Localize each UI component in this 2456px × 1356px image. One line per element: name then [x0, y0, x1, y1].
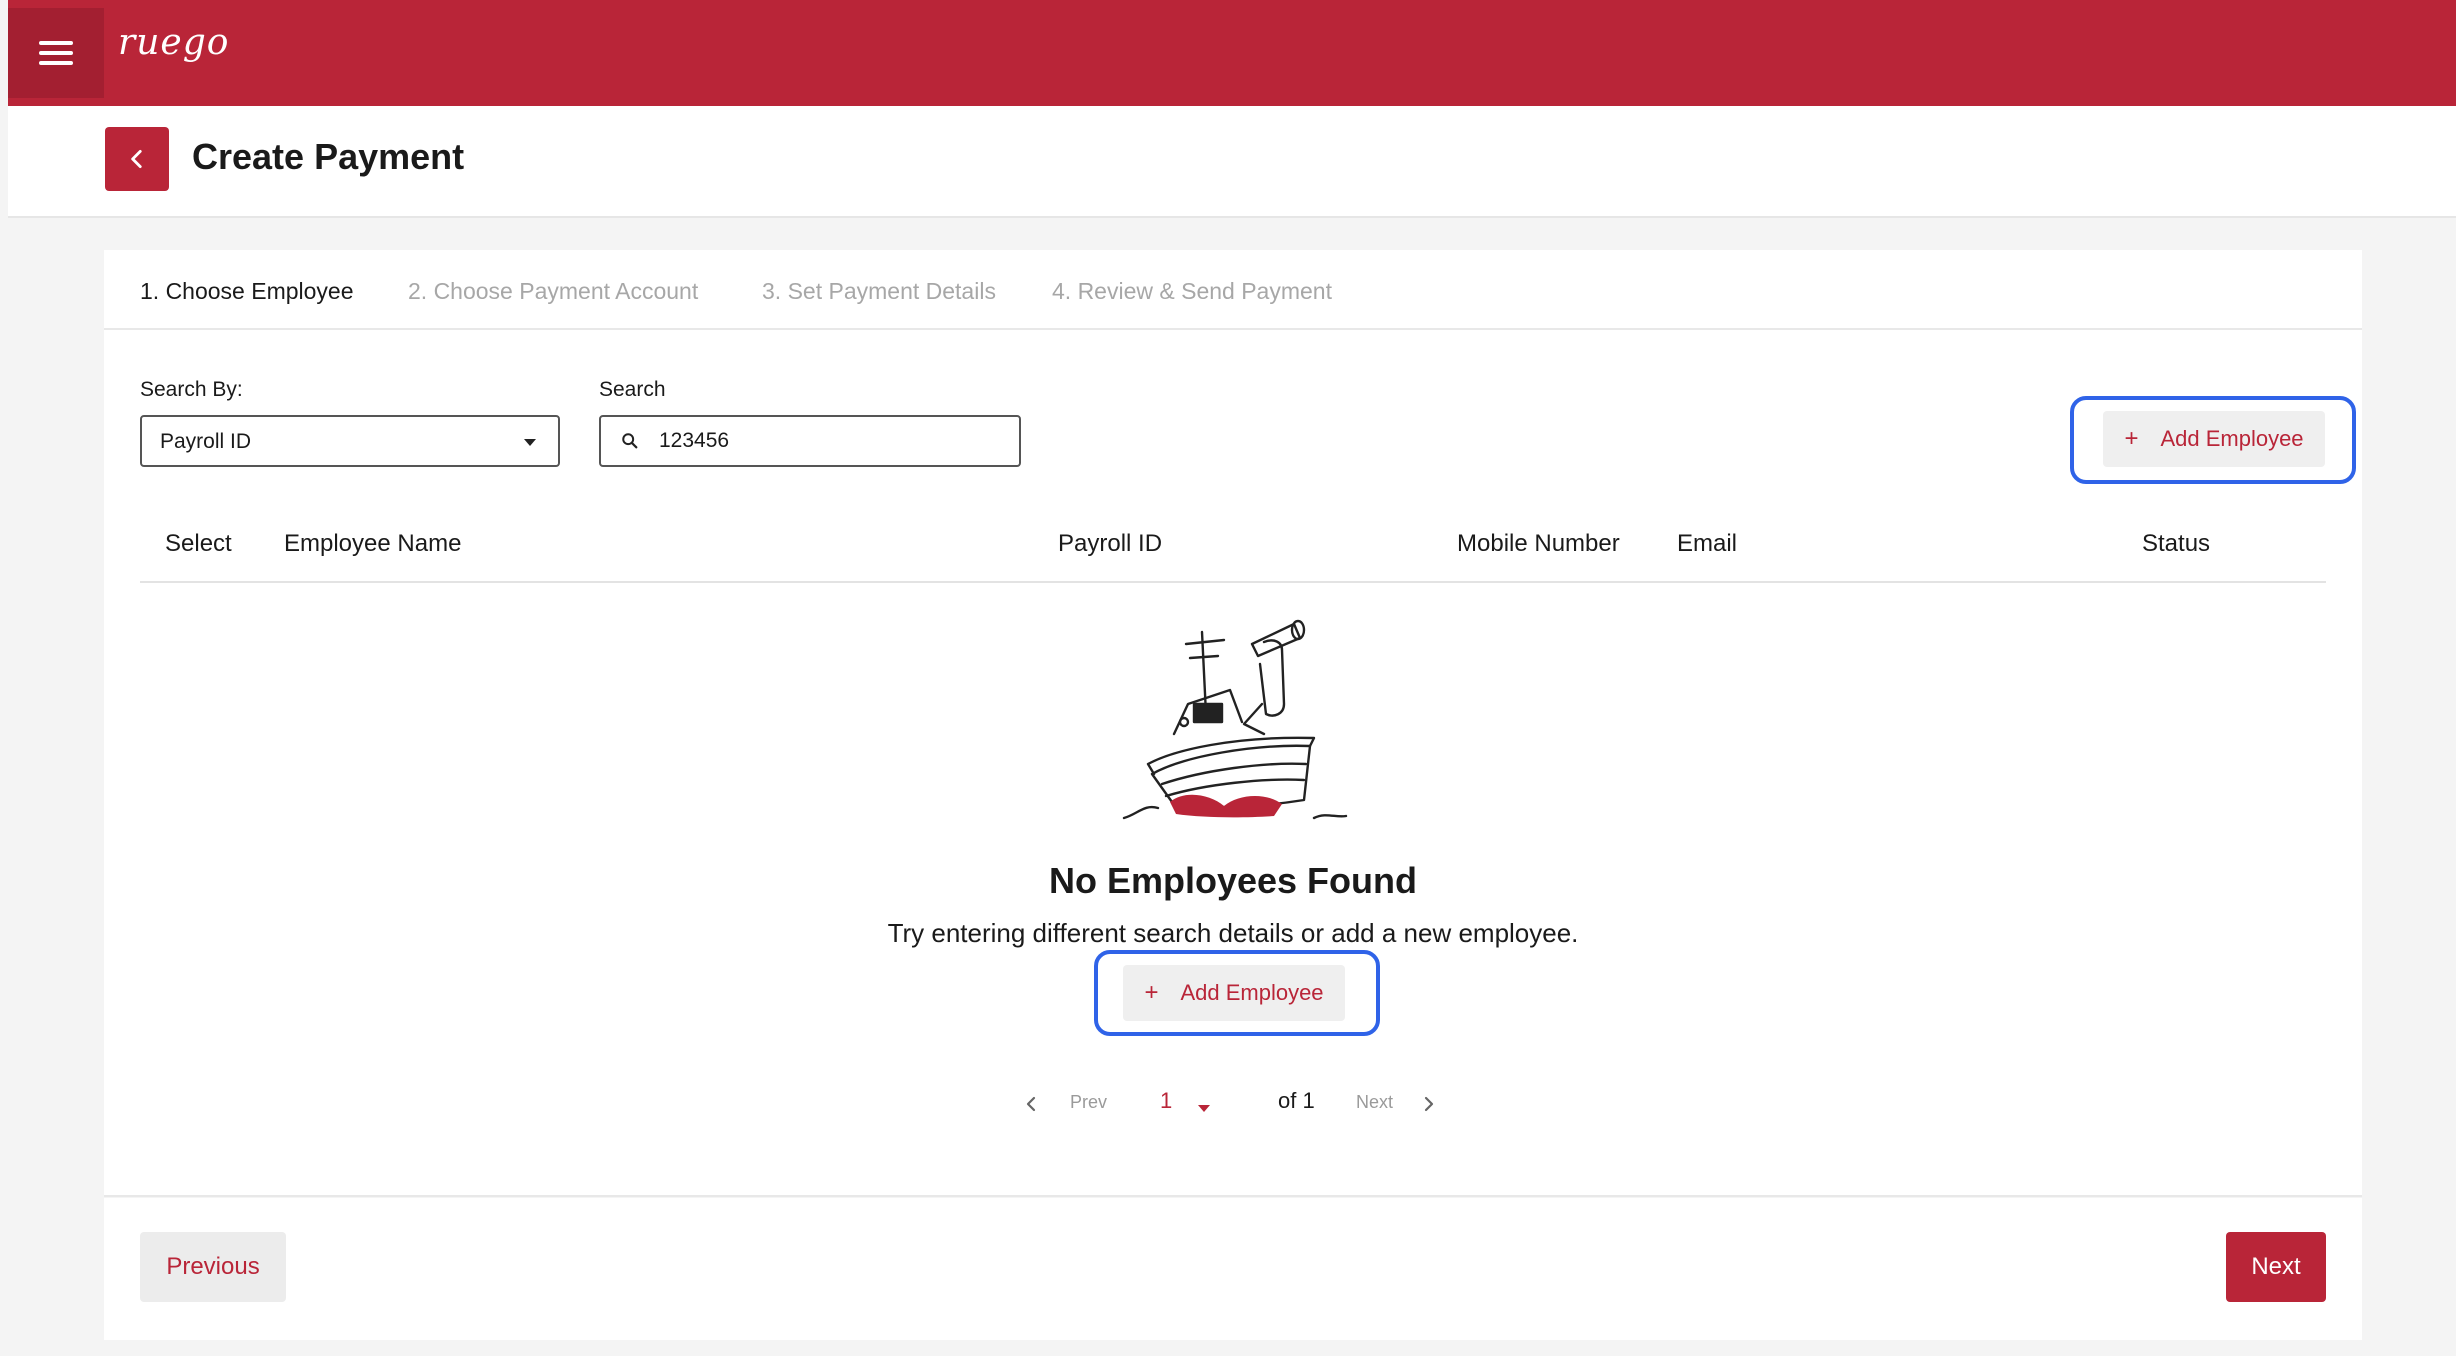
- menu-icon: [39, 35, 73, 71]
- step-review-send-payment[interactable]: 4. Review & Send Payment: [1052, 278, 1332, 305]
- empty-state-illustration: [1122, 619, 1348, 820]
- search-by-select[interactable]: Payroll ID: [140, 415, 560, 467]
- caret-down-icon[interactable]: [1198, 1105, 1210, 1112]
- table-header-divider: [140, 581, 2326, 583]
- card-divider: [104, 1195, 2362, 1197]
- column-header-mobile-number[interactable]: Mobile Number: [1457, 530, 1620, 558]
- pagination-page-select[interactable]: 1: [1160, 1088, 1172, 1114]
- column-header-payroll-id[interactable]: Payroll ID: [1058, 530, 1162, 558]
- pagination-prev[interactable]: Prev: [1070, 1092, 1107, 1113]
- search-input[interactable]: [659, 427, 999, 455]
- previous-button[interactable]: Previous: [140, 1232, 286, 1302]
- search-by-value: Payroll ID: [160, 430, 252, 453]
- step-set-payment-details[interactable]: 3. Set Payment Details: [762, 278, 996, 305]
- search-by-label: Search By:: [140, 378, 243, 401]
- search-icon: [622, 433, 638, 449]
- column-header-status[interactable]: Status: [2142, 530, 2210, 558]
- search-field[interactable]: [599, 415, 1021, 467]
- empty-state-title: No Employees Found: [1048, 860, 1418, 901]
- top-app-bar: ruego: [8, 0, 2456, 106]
- pagination-total: of 1: [1278, 1088, 1315, 1113]
- caret-down-icon: [524, 439, 536, 446]
- step-choose-payment-account[interactable]: 2. Choose Payment Account: [408, 278, 698, 305]
- add-employee-label: Add Employee: [1180, 980, 1324, 1005]
- next-button[interactable]: Next: [2226, 1232, 2326, 1302]
- chevron-left-icon: [131, 150, 142, 168]
- search-label: Search: [599, 378, 666, 401]
- add-employee-label: Add Employee: [2160, 426, 2304, 451]
- wizard-footer: Previous Next: [104, 1198, 2362, 1340]
- empty-state-subtitle: Try entering different search details or…: [887, 918, 1579, 948]
- pagination-next[interactable]: Next: [1356, 1092, 1393, 1113]
- app-logo: ruego: [118, 22, 230, 63]
- page-header: Create Payment: [8, 106, 2456, 218]
- plus-icon: +: [2124, 425, 2139, 452]
- column-header-email[interactable]: Email: [1677, 530, 1737, 558]
- chevron-right-icon[interactable]: [1422, 1095, 1436, 1113]
- hamburger-menu-button[interactable]: [8, 8, 104, 98]
- back-button[interactable]: [105, 127, 169, 191]
- add-employee-button-center[interactable]: + Add Employee: [1123, 965, 1345, 1021]
- column-header-employee-name[interactable]: Employee Name: [284, 530, 461, 558]
- add-employee-button-top[interactable]: + Add Employee: [2103, 411, 2325, 467]
- step-choose-employee[interactable]: 1. Choose Employee: [140, 278, 354, 305]
- wizard-steps: 1. Choose Employee 2. Choose Payment Acc…: [104, 250, 2362, 330]
- column-header-select[interactable]: Select: [165, 530, 232, 558]
- page-title: Create Payment: [192, 136, 465, 177]
- chevron-left-icon[interactable]: [1024, 1095, 1038, 1113]
- plus-icon: +: [1144, 979, 1159, 1006]
- payment-wizard-card: 1. Choose Employee 2. Choose Payment Acc…: [104, 250, 2362, 1197]
